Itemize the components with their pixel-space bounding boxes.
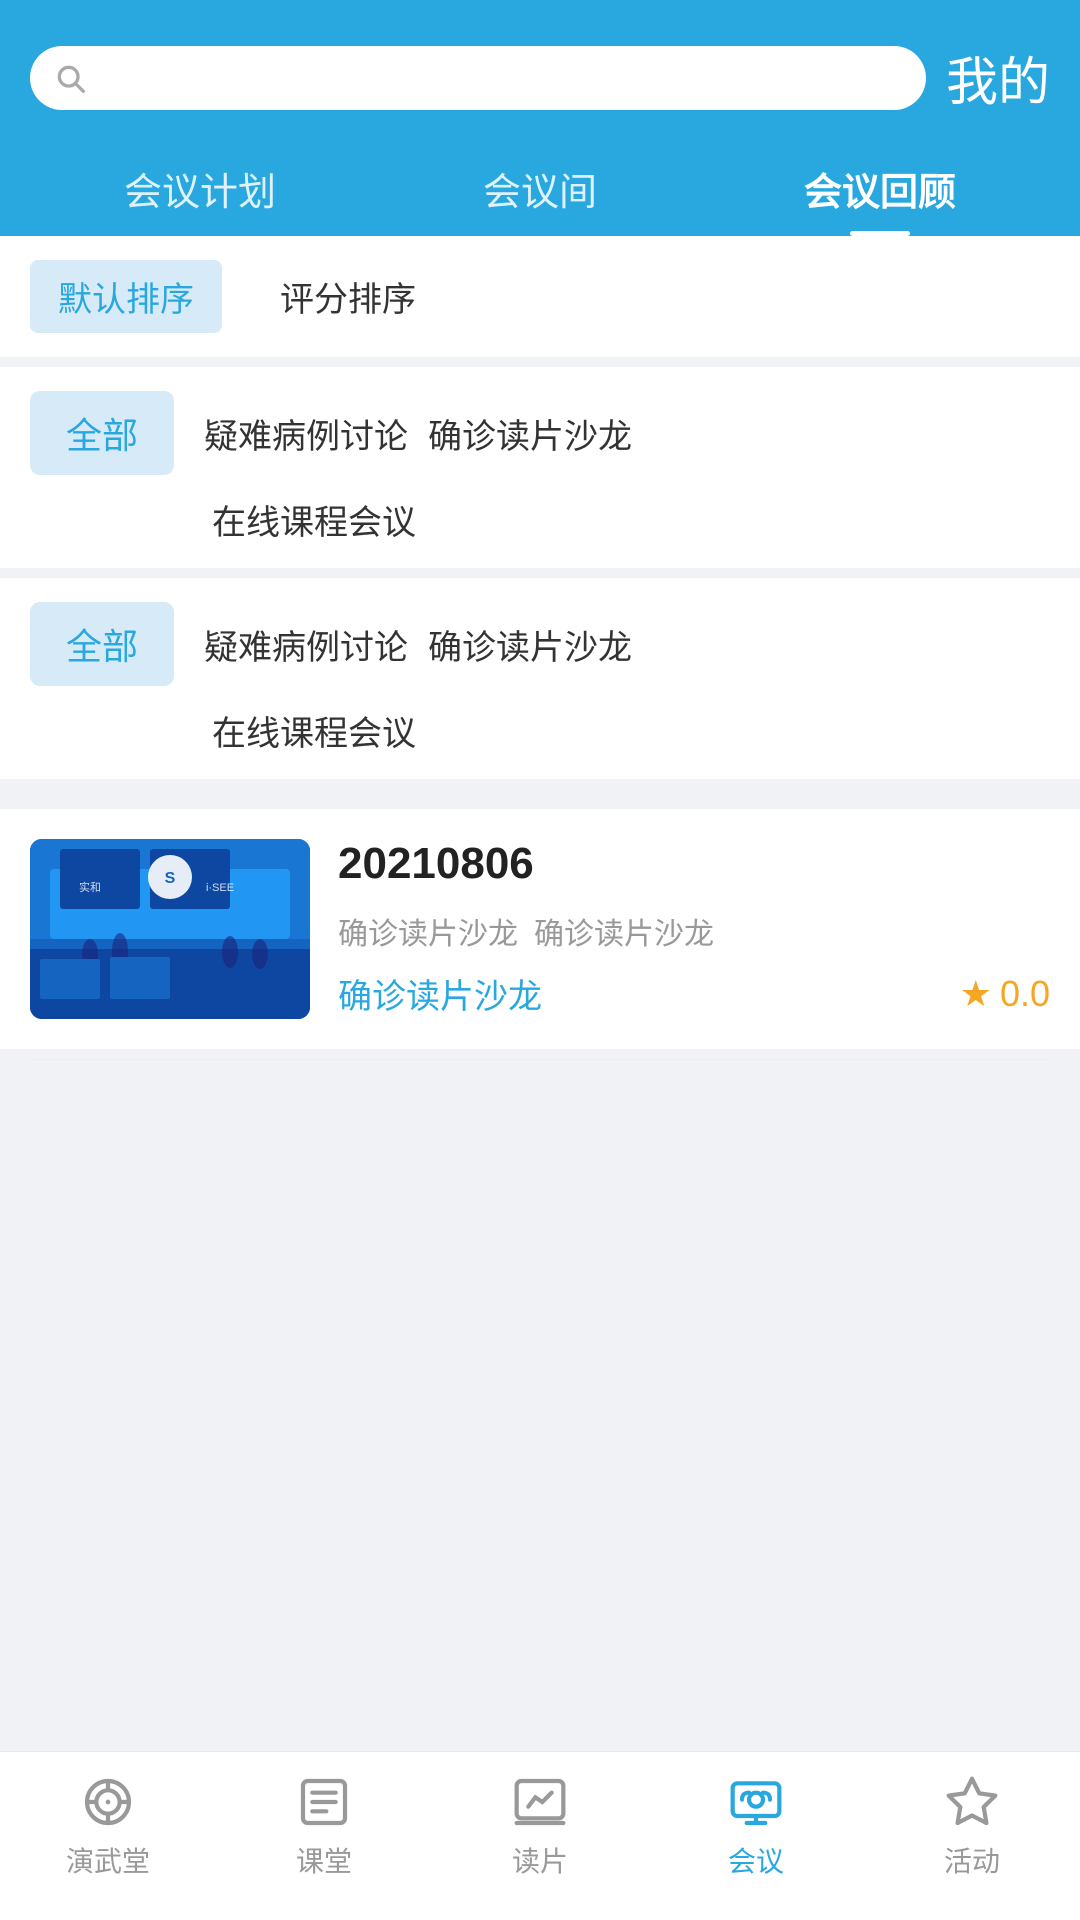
svg-text:实和: 实和 — [79, 880, 101, 894]
content-area: S 实和 i·SEE 20210806 — [0, 789, 1080, 1751]
filter-group-1: 全部 疑难病例讨论 确诊读片沙龙 在线课程会议 — [0, 367, 1080, 568]
chart-icon — [510, 1772, 570, 1832]
sort-default-button[interactable]: 默认排序 — [30, 260, 222, 333]
tab-room[interactable]: 会议间 — [370, 145, 710, 236]
filter-row-3: 全部 疑难病例讨论 确诊读片沙龙 — [30, 602, 1050, 686]
nav-item-dupian[interactable]: 读片 — [432, 1772, 648, 1880]
filter-tag-1-3[interactable]: 在线课程会议 — [212, 495, 416, 544]
nav-item-ketang[interactable]: 课堂 — [216, 1772, 432, 1880]
filter-tag-1-1[interactable]: 疑难病例讨论 — [204, 409, 408, 458]
filter-tag-2-3[interactable]: 在线课程会议 — [212, 706, 416, 755]
divider — [30, 1059, 1050, 1060]
card-gray-tag-2: 确诊读片沙龙 — [534, 909, 714, 953]
meeting-icon — [726, 1772, 786, 1832]
nav-label-dupian: 读片 — [512, 1840, 568, 1880]
filter-tags-1: 疑难病例讨论 确诊读片沙龙 — [204, 409, 1050, 458]
star-icon: ★ — [960, 973, 992, 1015]
nav-item-yanwutang[interactable]: 演武堂 — [0, 1772, 216, 1880]
tab-bar: 会议计划 会议间 会议回顾 — [30, 145, 1050, 236]
nav-label-huiyi: 会议 — [728, 1840, 784, 1880]
header: 我的 会议计划 会议间 会议回顾 — [0, 0, 1080, 236]
svg-text:i·SEE: i·SEE — [206, 882, 234, 894]
search-icon — [54, 62, 86, 94]
filter-all-btn-1[interactable]: 全部 — [30, 391, 174, 475]
header-top: 我的 — [30, 40, 1050, 115]
card-title: 20210806 — [338, 839, 1050, 889]
nav-item-huodong[interactable]: 活动 — [864, 1772, 1080, 1880]
sort-bar: 默认排序 评分排序 — [0, 236, 1080, 357]
target-icon — [78, 1772, 138, 1832]
table-row[interactable]: S 实和 i·SEE 20210806 — [0, 809, 1080, 1049]
card-gray-tag-1: 确诊读片沙龙 — [338, 909, 518, 953]
nav-item-huiyi[interactable]: 会议 — [648, 1772, 864, 1880]
filter-tag-2-1[interactable]: 疑难病例讨论 — [204, 620, 408, 669]
filter-tag-1-2[interactable]: 确诊读片沙龙 — [428, 409, 632, 458]
tab-review[interactable]: 会议回顾 — [710, 145, 1050, 236]
bottom-navigation: 演武堂 课堂 读片 — [0, 1751, 1080, 1920]
filter-group-2: 全部 疑难病例讨论 确诊读片沙龙 在线课程会议 — [0, 578, 1080, 779]
sort-score-button[interactable]: 评分排序 — [252, 260, 444, 333]
my-button[interactable]: 我的 — [946, 40, 1050, 115]
card-blue-tag[interactable]: 确诊读片沙龙 — [338, 969, 542, 1018]
svg-text:S: S — [165, 870, 176, 887]
card-gray-tags: 确诊读片沙龙 确诊读片沙龙 — [338, 909, 1050, 953]
nav-label-yanwutang: 演武堂 — [66, 1840, 150, 1880]
star-outline-icon — [942, 1772, 1002, 1832]
card-thumbnail: S 实和 i·SEE — [30, 839, 310, 1019]
filter-row-1: 全部 疑难病例讨论 确诊读片沙龙 — [30, 391, 1050, 475]
card-rating: ★ 0.0 — [960, 973, 1050, 1015]
card-info: 20210806 确诊读片沙龙 确诊读片沙龙 确诊读片沙龙 ★ 0.0 — [338, 839, 1050, 1018]
rating-value: 0.0 — [1000, 973, 1050, 1015]
nav-label-ketang: 课堂 — [296, 1840, 352, 1880]
search-bar[interactable] — [30, 46, 926, 110]
filter-row-2: 在线课程会议 — [30, 495, 1050, 544]
tab-plan[interactable]: 会议计划 — [30, 145, 370, 236]
filter-tags-2: 疑难病例讨论 确诊读片沙龙 — [204, 620, 1050, 669]
filter-row-4: 在线课程会议 — [30, 706, 1050, 755]
filter-all-btn-2[interactable]: 全部 — [30, 602, 174, 686]
nav-label-huodong: 活动 — [944, 1840, 1000, 1880]
book-icon — [294, 1772, 354, 1832]
card-bottom: 确诊读片沙龙 ★ 0.0 — [338, 969, 1050, 1018]
filter-tag-2-2[interactable]: 确诊读片沙龙 — [428, 620, 632, 669]
